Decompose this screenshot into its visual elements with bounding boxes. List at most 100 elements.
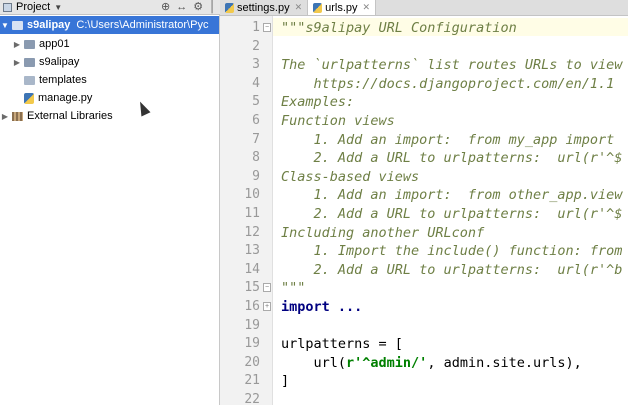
code-line[interactable]: Examples: <box>281 93 354 111</box>
tree-item-label: External Libraries <box>27 110 113 122</box>
tree-item-app01[interactable]: ▶ app01 <box>0 35 219 53</box>
code-token: import ... <box>281 299 363 315</box>
hide-panel-icon[interactable]: │ <box>209 1 216 14</box>
expand-arrow-icon[interactable]: ▶ <box>12 40 22 49</box>
tree-item-templates[interactable]: templates <box>0 71 219 89</box>
line-number-gutter: 1 2 3 4 5 6 7 8 9 10 11 12 13 14 15 16 19 19 20 21 22 <box>220 16 273 407</box>
folder-icon <box>24 39 35 49</box>
code-token: """ <box>281 280 306 297</box>
expand-arrow-icon[interactable]: ▼ <box>0 21 10 30</box>
close-tab-icon[interactable]: ✕ <box>295 2 303 13</box>
settings-gear-icon[interactable]: ⚙ <box>193 1 203 14</box>
tab-urls-py[interactable]: urls.py ✕ <box>308 0 377 15</box>
code-token: , admin.site.urls), <box>427 354 582 371</box>
tree-item-label: app01 <box>39 38 70 50</box>
code-line[interactable]: Class-based views <box>281 168 419 186</box>
fold-marker-icon[interactable]: + <box>263 302 271 311</box>
line-number: 15 <box>244 280 260 296</box>
line-number: 5 <box>252 94 260 110</box>
line-number: 1 <box>252 20 260 35</box>
code-line[interactable]: 2. Add a URL to urlpatterns: url(r'^b <box>281 261 623 279</box>
code-token: Class-based views <box>281 168 420 185</box>
python-file-icon <box>225 2 234 13</box>
folder-icon <box>24 57 35 67</box>
code-token: Function views <box>281 113 395 129</box>
code-line[interactable]: urlpatterns = [ <box>281 335 403 353</box>
code-line[interactable]: url(r'^admin/', admin.site.urls), <box>281 354 582 372</box>
line-number: 8 <box>252 150 260 166</box>
line-number: 6 <box>252 113 260 128</box>
line-number: 21 <box>244 373 260 389</box>
line-number: 22 <box>244 392 260 407</box>
code-editor[interactable]: """s9alipay URL Configuration The `urlpat… <box>273 16 628 405</box>
tree-item-label: s9alipay <box>27 19 71 31</box>
code-token: https://docs.djangoproject.com/en/1.1 <box>281 75 615 92</box>
line-number: 20 <box>244 354 260 370</box>
project-panel-tools: ⊕ ↔ ⚙ │ <box>161 1 220 14</box>
line-number: 14 <box>244 261 260 277</box>
tree-item-s9alipay[interactable]: ▶ s9alipay <box>0 53 219 71</box>
close-tab-icon[interactable]: ✕ <box>363 2 371 13</box>
code-line[interactable]: The `urlpatterns` list routes URLs to vi… <box>281 56 622 74</box>
code-line[interactable]: 1. Import the include() function: from <box>281 242 623 260</box>
code-line[interactable]: """ <box>281 279 305 297</box>
editor-tabs: settings.py ✕ urls.py ✕ <box>220 0 628 16</box>
tree-item-external-libraries[interactable]: ▶ External Libraries <box>0 107 219 125</box>
code-line[interactable]: Including another URLconf <box>281 224 484 242</box>
project-icon <box>3 2 12 12</box>
line-number: 2 <box>252 38 260 54</box>
line-number: 16 <box>244 299 260 314</box>
code-token: Including another URLconf <box>281 224 485 241</box>
tree-item-label: templates <box>39 74 87 86</box>
dropdown-arrow-icon[interactable]: ▼ <box>54 3 62 12</box>
code-token: 2. Add a URL to urlpatterns: url(r'^$ <box>281 206 623 222</box>
code-token: ] <box>281 373 290 390</box>
code-line[interactable]: Function views <box>281 112 395 130</box>
project-view-selector[interactable]: Project ▼ <box>0 1 62 13</box>
project-path: C:\Users\Administrator\Pyc <box>76 19 209 31</box>
folder-icon <box>24 75 35 85</box>
scroll-from-source-icon[interactable]: ⊕ <box>161 1 170 14</box>
code-token: urlpatterns = [ <box>281 336 403 353</box>
line-number: 7 <box>252 131 260 147</box>
code-line[interactable]: ] <box>281 372 289 390</box>
python-file-icon <box>24 92 34 104</box>
code-line[interactable]: 1. Add an import: from my_app import <box>281 131 615 149</box>
code-line[interactable]: 2. Add a URL to urlpatterns: url(r'^$ <box>281 149 623 167</box>
code-token: url( <box>281 354 347 371</box>
line-number: 4 <box>252 75 260 91</box>
project-panel-header: Project ▼ ⊕ ↔ ⚙ │ <box>0 0 220 15</box>
tree-item-label: s9alipay <box>39 56 80 68</box>
expand-arrow-icon[interactable]: ▶ <box>12 58 22 67</box>
tab-settings-py[interactable]: settings.py ✕ <box>220 0 309 15</box>
code-token: 1. Add an import: from my_app import <box>281 131 615 148</box>
code-line[interactable]: """s9alipay URL Configuration <box>281 19 517 37</box>
code-token: r'^admin/' <box>346 354 428 371</box>
project-panel-title: Project <box>16 1 51 13</box>
tree-item-label: manage.py <box>38 92 93 104</box>
code-token: 1. Import the include() function: from <box>281 243 623 260</box>
folder-icon <box>12 20 23 30</box>
fold-marker-icon[interactable]: − <box>263 283 271 293</box>
code-token: 2. Add a URL to urlpatterns: url(r'^$ <box>281 150 623 167</box>
code-line[interactable]: https://docs.djangoproject.com/en/1.1 <box>281 75 615 93</box>
project-tree: ▼ s9alipay C:\Users\Administrator\Pyc ▶ … <box>0 15 220 405</box>
code-line[interactable]: 2. Add a URL to urlpatterns: url(r'^$ <box>281 205 623 223</box>
code-token: 1. Add an import: from other_app.view <box>281 187 623 204</box>
collapse-all-icon[interactable]: ↔ <box>176 1 187 14</box>
code-line[interactable]: 1. Add an import: from other_app.view <box>281 186 623 204</box>
line-number: 3 <box>252 57 260 73</box>
expand-arrow-icon[interactable]: ▶ <box>0 112 10 121</box>
tab-label: urls.py <box>325 1 358 14</box>
line-number: 19 <box>244 317 260 333</box>
code-token: 2. Add a URL to urlpatterns: url(r'^b <box>281 261 623 278</box>
line-number: 11 <box>244 206 260 221</box>
fold-marker-icon[interactable]: − <box>263 23 271 32</box>
tree-item-root-s9alipay[interactable]: ▼ s9alipay C:\Users\Administrator\Pyc <box>0 16 219 34</box>
code-line[interactable]: import ... <box>281 298 362 316</box>
tab-label: settings.py <box>237 1 290 14</box>
line-number: 9 <box>252 168 260 184</box>
tree-item-manage-py[interactable]: manage.py <box>0 89 219 107</box>
line-number: 13 <box>244 243 260 259</box>
line-number: 10 <box>244 187 260 203</box>
